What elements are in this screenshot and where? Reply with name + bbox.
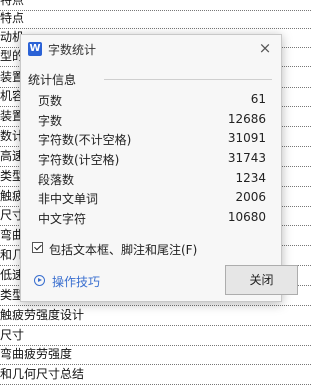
stat-label: 字符数(不计空格) [38,133,132,148]
word-count-dialog: W 字数统计 × 统计信息 页数 61 字数 12686 字符数(不计空格) 3… [20,34,298,302]
stat-row-chinese-chars: 中文字符 10680 [38,210,266,230]
wps-writer-icon: W [28,42,42,56]
doc-line: 触疲劳强度设计 [0,307,311,326]
play-circle-icon[interactable] [34,275,45,286]
stat-label: 字符数(计空格) [38,153,120,168]
checkbox-checked-icon[interactable] [32,242,43,253]
stat-label: 非中文单词 [38,192,99,207]
stat-value: 12686 [227,111,266,126]
section-title: 统计信息 [28,73,77,87]
stat-row-chars-no-spaces: 字符数(不计空格) 31091 [38,131,266,151]
close-icon[interactable]: × [257,40,273,56]
checkbox-label[interactable]: 包括文本框、脚注和尾注(F) [49,241,197,258]
stat-value: 61 [250,92,266,106]
stat-value: 1234 [235,170,266,185]
stat-label: 段落数 [38,172,75,187]
stat-row-pages: 页数 61 [38,92,266,112]
doc-line: 和几何尺寸总结 [0,366,311,385]
section-divider [104,79,272,80]
close-button[interactable]: 关闭 [225,265,298,295]
tips-label[interactable]: 操作技巧 [52,273,100,290]
doc-line: 弯曲疲劳强度 [0,346,311,365]
stat-row-non-chinese-words: 非中文单词 2006 [38,190,266,210]
stat-value: 31091 [227,131,266,146]
doc-line: 特点 [0,10,311,29]
stat-value: 31743 [227,151,266,166]
dialog-title: 字数统计 [48,43,97,57]
stat-row-words: 字数 12686 [38,112,266,132]
stat-label: 页数 [38,94,63,108]
stat-row-paragraphs: 段落数 1234 [38,171,266,191]
stat-label: 字数 [38,113,63,128]
stat-value: 2006 [235,190,266,205]
stats-list: 页数 61 字数 12686 字符数(不计空格) 31091 字符数(计空格) … [38,92,266,230]
doc-line: 尺寸 [0,327,311,346]
stat-label: 中文字符 [38,212,87,227]
dialog-titlebar[interactable]: W 字数统计 × [21,35,281,63]
stat-row-chars-with-spaces: 字符数(计空格) 31743 [38,151,266,171]
stat-value: 10680 [227,210,266,225]
